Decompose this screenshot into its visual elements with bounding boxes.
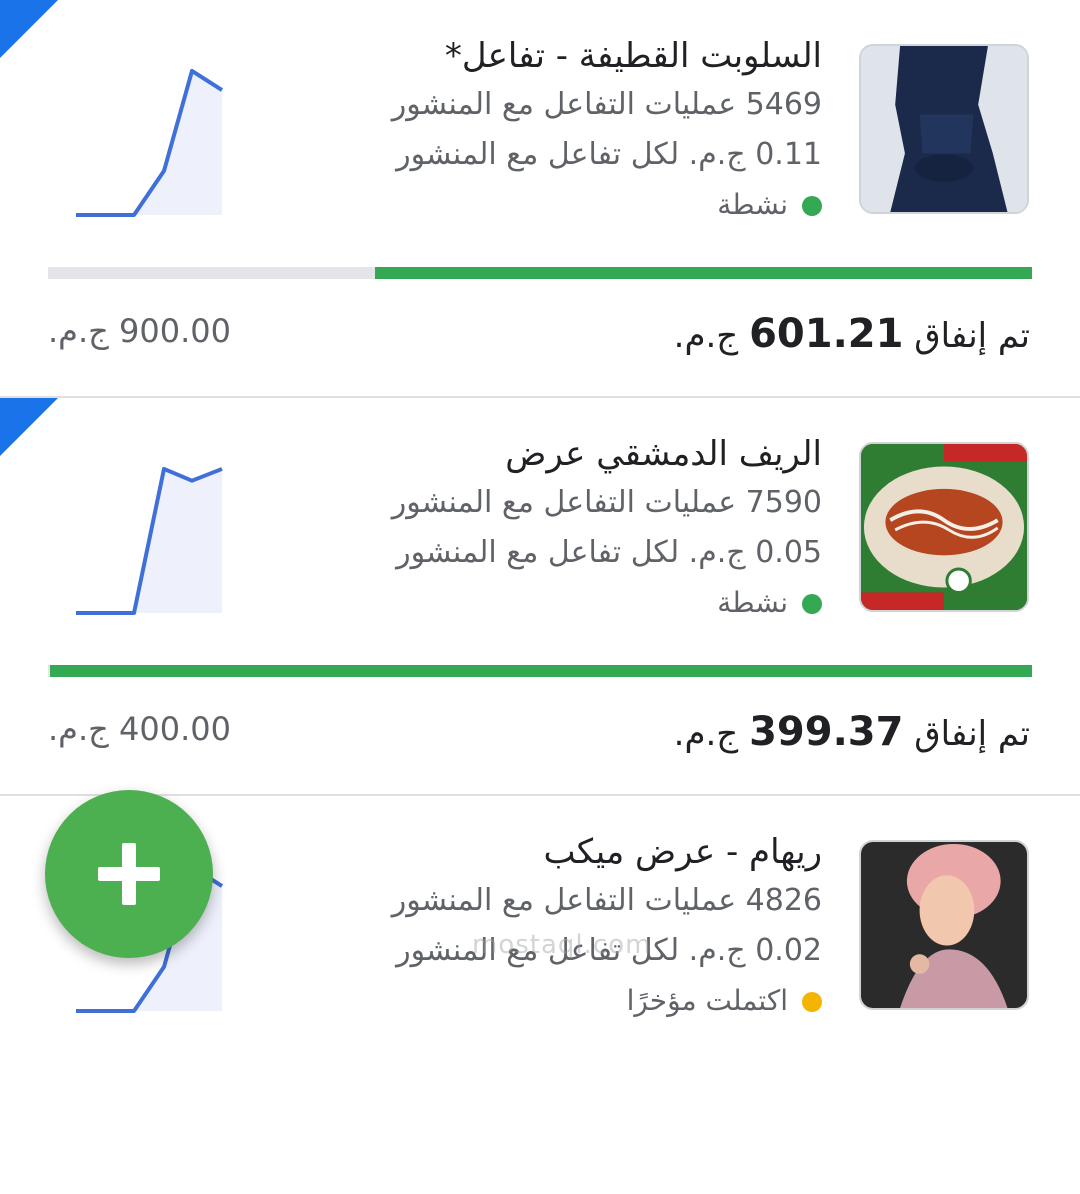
amount-spent: تم إنفاق 601.21 ج.م. [674, 308, 1030, 362]
trend-sparkline [76, 68, 224, 217]
spent-value: 601.21 [749, 311, 904, 357]
status-badge: نشطة [262, 180, 822, 230]
status-dot-icon [802, 594, 822, 614]
fashion-photo-icon [861, 46, 1027, 212]
engagement-count: 7590 عمليات التفاعل مع المنشور [391, 485, 822, 520]
campaign-thumbnail[interactable] [859, 44, 1029, 214]
budget-progress-bar [48, 665, 1032, 677]
campaign-thumbnail[interactable] [859, 840, 1029, 1010]
new-badge-corner [0, 398, 58, 456]
budget-progress-fill [49, 665, 1032, 677]
create-campaign-button[interactable] [45, 790, 213, 958]
campaign-title[interactable]: الريف الدمشقي عرض [262, 430, 822, 478]
spent-prefix: تم إنفاق [914, 316, 1030, 356]
cost-per-engagement: 0.11 ج.م. لكل تفاعل مع المنشور [396, 137, 822, 172]
status-text: اكتملت مؤخرًا [626, 984, 788, 1017]
cost-per-engagement: 0.05 ج.م. لكل تفاعل مع المنشور [396, 535, 822, 570]
watermark: mostaql.com [472, 930, 652, 960]
new-badge-corner [0, 0, 58, 58]
campaign-thumbnail[interactable] [859, 442, 1029, 612]
engagement-count: 5469 عمليات التفاعل مع المنشور [391, 87, 822, 122]
status-text: نشطة [717, 188, 788, 221]
status-dot-icon [802, 196, 822, 216]
amount-spent: تم إنفاق 399.37 ج.م. [674, 706, 1030, 760]
campaign-title[interactable]: السلوبت القطيفة - تفاعل* [262, 32, 822, 80]
status-dot-icon [802, 992, 822, 1012]
budget-progress-bar [48, 267, 1032, 279]
food-photo-icon [861, 444, 1027, 610]
spent-prefix: تم إنفاق [914, 714, 1030, 754]
status-badge: اكتملت مؤخرًا [262, 976, 822, 1026]
makeup-photo-icon [861, 842, 1027, 1008]
status-badge: نشطة [262, 578, 822, 628]
spent-value: 399.37 [749, 709, 904, 755]
spent-currency: ج.م. [673, 316, 739, 356]
campaign-card[interactable]: السلوبت القطيفة - تفاعل* 5469 عمليات الت… [0, 0, 1080, 398]
engagement-count: 4826 عمليات التفاعل مع المنشور [391, 883, 822, 918]
campaign-card[interactable]: الريف الدمشقي عرض 7590 عمليات التفاعل مع… [0, 398, 1080, 796]
campaign-title[interactable]: ريهام - عرض ميكب [262, 828, 822, 876]
status-text: نشطة [717, 586, 788, 619]
total-budget: 400.00 ج.م. [48, 710, 231, 748]
trend-sparkline [76, 466, 223, 615]
spent-currency: ج.م. [673, 714, 739, 754]
total-budget: 900.00 ج.م. [48, 312, 231, 350]
budget-progress-fill [374, 267, 1032, 279]
